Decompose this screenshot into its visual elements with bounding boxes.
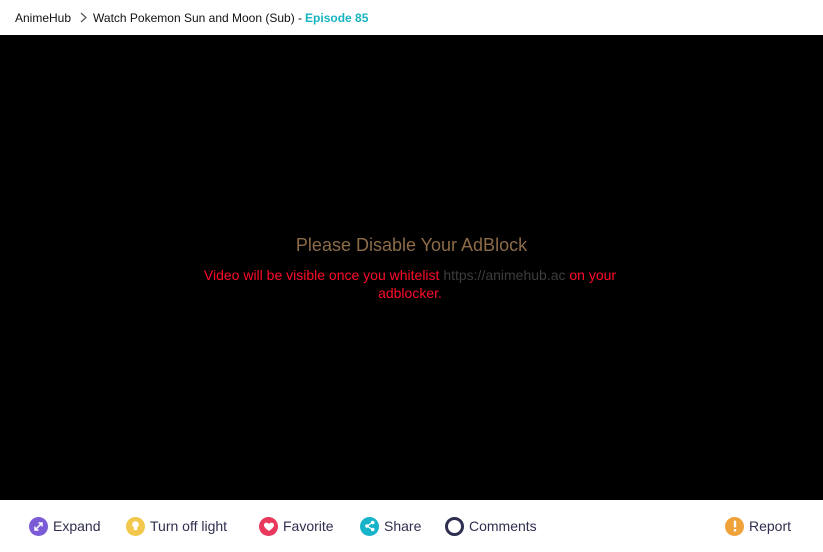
breadcrumb: AnimeHub Watch Pokemon Sun and Moon (Sub… (0, 0, 823, 35)
expand-button[interactable]: Expand (29, 516, 100, 536)
comments-button[interactable]: Comments (445, 516, 537, 536)
breadcrumb-current: Watch Pokemon Sun and Moon (Sub) - (93, 10, 303, 25)
favorite-button[interactable]: Favorite (259, 516, 334, 536)
turn-off-light-button[interactable]: Turn off light (126, 516, 227, 536)
breadcrumb-home-link[interactable]: AnimeHub (15, 11, 71, 25)
turn-off-light-label: Turn off light (150, 518, 228, 534)
expand-icon (29, 516, 48, 536)
alert-icon (725, 516, 744, 536)
share-label: Share (384, 518, 422, 534)
notice-text-before: Video will be visible once you whitelist (203, 267, 444, 283)
comments-label: Comments (469, 518, 537, 534)
share-button[interactable]: Share (360, 516, 421, 536)
adblock-notice-text: Video will be visible once you whitelist… (195, 266, 625, 302)
share-icon (360, 516, 379, 536)
adblock-notice-title: Please Disable Your AdBlock (295, 235, 528, 255)
breadcrumb-episode: Episode 85 (305, 10, 369, 25)
heart-icon (259, 516, 278, 536)
lightbulb-icon (126, 516, 145, 536)
comment-icon (445, 516, 464, 536)
report-button[interactable]: Report (725, 516, 791, 536)
notice-url: https://animehub.ac (443, 267, 566, 283)
player-toolbar: Expand Turn off light Favorite Share Com… (0, 500, 823, 552)
favorite-label: Favorite (283, 518, 334, 534)
report-label: Report (749, 518, 792, 534)
chevron-right-icon (80, 12, 87, 23)
video-player[interactable]: Please Disable Your AdBlock Video will b… (0, 35, 823, 500)
expand-label: Expand (53, 518, 101, 534)
